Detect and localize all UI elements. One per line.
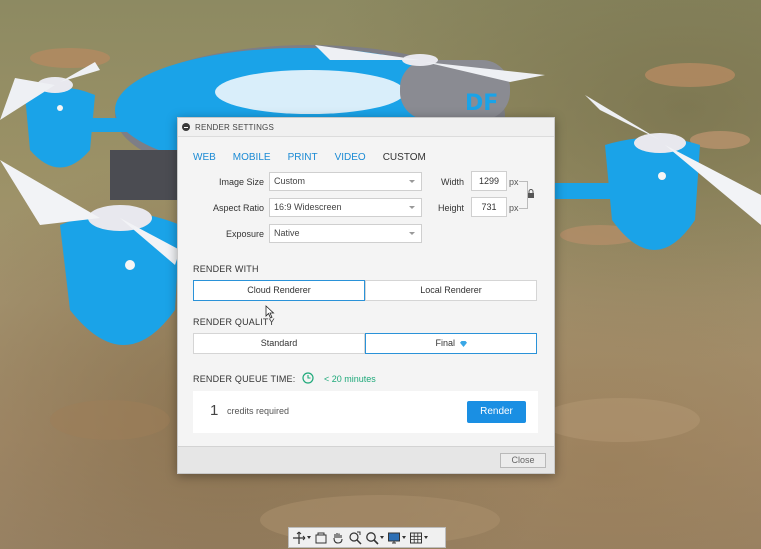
tab-custom[interactable]: CUSTOM bbox=[383, 152, 426, 163]
image-size-select[interactable]: Custom bbox=[269, 172, 422, 191]
dialog-titlebar[interactable]: RENDER SETTINGS bbox=[178, 118, 554, 137]
lock-icon[interactable] bbox=[527, 189, 535, 198]
height-label: Height bbox=[437, 203, 464, 213]
display-settings-tool[interactable] bbox=[387, 531, 406, 545]
tab-print[interactable]: PRINT bbox=[288, 152, 318, 163]
queue-time-value: < 20 minutes bbox=[324, 374, 376, 384]
clock-icon bbox=[302, 372, 314, 384]
close-button[interactable]: Close bbox=[500, 453, 546, 468]
chevron-down-icon bbox=[409, 180, 415, 183]
height-unit: px bbox=[509, 203, 519, 213]
width-input[interactable]: 1299 bbox=[471, 171, 507, 191]
orbit-tool[interactable] bbox=[292, 531, 311, 545]
dialog-title: RENDER SETTINGS bbox=[195, 122, 275, 132]
mouse-cursor-icon bbox=[265, 305, 275, 319]
render-button[interactable]: Render bbox=[467, 401, 526, 423]
grid-tool[interactable] bbox=[409, 531, 428, 545]
exposure-label: Exposure bbox=[225, 229, 264, 239]
render-settings-dialog: RENDER SETTINGS WEB MOBILE PRINT VIDEO C… bbox=[177, 117, 555, 474]
credits-label: credits required bbox=[227, 406, 290, 416]
diamond-icon bbox=[459, 340, 467, 347]
chevron-down-icon bbox=[402, 536, 406, 539]
display-icon bbox=[388, 532, 400, 543]
render-with-label: RENDER WITH bbox=[193, 264, 259, 274]
width-unit: px bbox=[509, 177, 519, 187]
pan-tool[interactable] bbox=[331, 531, 345, 545]
chevron-down-icon bbox=[409, 232, 415, 235]
tab-web[interactable]: WEB bbox=[193, 152, 216, 163]
zoom-window-tool[interactable] bbox=[348, 531, 362, 545]
svg-text:DF: DF bbox=[465, 91, 498, 116]
zoom-window-icon bbox=[349, 531, 362, 545]
credits-count: 1 bbox=[210, 402, 219, 419]
chevron-down-icon bbox=[424, 536, 428, 539]
width-label: Width bbox=[440, 177, 464, 187]
queue-time-label: RENDER QUEUE TIME: bbox=[193, 374, 296, 384]
final-quality-label: Final bbox=[435, 338, 455, 348]
credits-panel: 1 credits required Render bbox=[193, 391, 538, 433]
image-size-value: Custom bbox=[274, 176, 306, 186]
exposure-select[interactable]: Native bbox=[269, 224, 422, 243]
collapse-icon[interactable] bbox=[182, 123, 190, 131]
standard-quality-button[interactable]: Standard bbox=[193, 333, 365, 354]
tab-video[interactable]: VIDEO bbox=[335, 152, 366, 163]
final-quality-button[interactable]: Final bbox=[365, 333, 537, 354]
cloud-renderer-button[interactable]: Cloud Renderer bbox=[193, 280, 365, 301]
render-quality-label: RENDER QUALITY bbox=[193, 317, 275, 327]
preset-tabs: WEB MOBILE PRINT VIDEO CUSTOM bbox=[193, 152, 443, 163]
chevron-down-icon bbox=[307, 536, 311, 539]
grid-icon bbox=[410, 532, 422, 543]
image-size-label: Image Size bbox=[218, 177, 264, 187]
chevron-down-icon bbox=[380, 536, 384, 539]
pan-box-tool[interactable] bbox=[314, 531, 328, 545]
aspect-ratio-select[interactable]: 16:9 Widescreen bbox=[269, 198, 422, 217]
exposure-value: Native bbox=[274, 228, 300, 238]
local-renderer-button[interactable]: Local Renderer bbox=[365, 280, 537, 301]
aspect-ratio-label: Aspect Ratio bbox=[212, 203, 264, 213]
height-input[interactable]: 731 bbox=[471, 197, 507, 217]
hand-icon bbox=[333, 532, 343, 544]
pan-box-icon bbox=[315, 532, 327, 543]
zoom-tool[interactable] bbox=[365, 531, 384, 545]
zoom-icon bbox=[366, 531, 379, 545]
dialog-footer: Close bbox=[178, 446, 554, 473]
aspect-ratio-value: 16:9 Widescreen bbox=[274, 202, 342, 212]
tab-mobile[interactable]: MOBILE bbox=[233, 152, 271, 163]
orbit-icon bbox=[293, 531, 306, 544]
chevron-down-icon bbox=[409, 206, 415, 209]
view-toolbar bbox=[288, 527, 446, 548]
